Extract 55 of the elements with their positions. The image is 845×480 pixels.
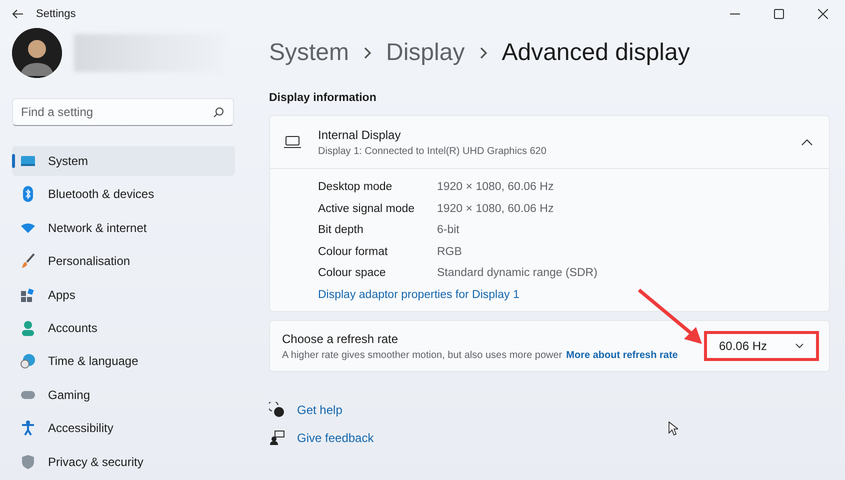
apps-icon	[20, 286, 36, 303]
detail-value: RGB	[437, 244, 462, 260]
chevron-up-icon[interactable]	[801, 138, 813, 146]
accessibility-icon	[20, 420, 36, 436]
detail-label: Bit depth	[318, 223, 364, 238]
footer-link[interactable]: Get help	[297, 401, 342, 420]
detail-value: 1920 × 1080, 60.06 Hz	[437, 180, 554, 196]
breadcrumb-item[interactable]: Display	[386, 35, 465, 72]
feedback-icon	[269, 430, 285, 446]
detail-label: Colour format	[318, 244, 389, 260]
search-icon[interactable]	[213, 107, 224, 118]
sidebar-item[interactable]: Privacy & security	[12, 446, 235, 477]
detail-value: 1920 × 1080, 60.06 Hz	[437, 202, 554, 217]
refresh-rate-dropdown[interactable]: 60.06 Hz	[704, 331, 819, 362]
sidebar-item[interactable]: Apps	[12, 280, 235, 310]
avatar-silhouette	[12, 28, 62, 78]
detail-value: 6-bit	[437, 223, 460, 238]
detail-value: Standard dynamic range (SDR)	[437, 266, 598, 282]
breadcrumb-item[interactable]: System	[269, 35, 350, 72]
breadcrumb-item: Advanced display	[502, 38, 690, 68]
chevron-right-icon	[478, 46, 488, 60]
bluetooth-icon	[20, 186, 36, 202]
adapter-properties-link[interactable]: Display adaptor properties for Display 1	[318, 286, 520, 304]
globe-clock-icon	[20, 353, 36, 370]
card-title: Internal Display	[318, 126, 402, 144]
sidebar-item[interactable]: Time & language	[12, 346, 235, 376]
sidebar-item[interactable]: Gaming	[12, 380, 235, 410]
sidebar-item[interactable]: System	[12, 146, 235, 176]
footer-link[interactable]: Give feedback	[297, 429, 374, 448]
brush-icon	[20, 253, 36, 270]
detail-label: Active signal mode	[318, 202, 416, 217]
laptop-icon	[284, 136, 301, 148]
sidebar-item[interactable]: Personalisation	[12, 246, 235, 276]
sidebar-item[interactable]: Bluetooth & devices	[12, 179, 235, 210]
detail-label: Desktop mode	[318, 180, 394, 196]
caret-icon	[795, 343, 804, 350]
annotation-arrow	[636, 287, 704, 347]
sidebar-item[interactable]: Accessibility	[12, 413, 235, 444]
card-title: Choose a refresh rate	[282, 330, 400, 348]
chevron-right-icon	[363, 46, 372, 60]
search-field[interactable]: Find a setting	[12, 98, 234, 126]
card-subtitle: Display 1: Connected to Intel(R) UHD Graphics 620	[318, 144, 546, 159]
close-icon[interactable]	[818, 9, 828, 20]
maximize-icon[interactable]	[774, 9, 784, 20]
detail-label: Colour space	[318, 266, 387, 282]
mouse-pointer-icon	[668, 421, 678, 436]
back-arrow-icon[interactable]	[12, 9, 24, 20]
refresh-rate-link[interactable]: More about refresh rate	[566, 350, 678, 361]
shield-icon	[20, 454, 36, 470]
section-title: Display information	[269, 91, 378, 106]
sidebar-item[interactable]: Accounts	[12, 313, 235, 344]
sidebar-item[interactable]: Network & internet	[12, 212, 235, 243]
person-icon	[20, 320, 36, 336]
card-description: A higher rate gives smoother motion, but also uses more power	[282, 350, 562, 361]
window-title: Settings	[36, 6, 76, 22]
